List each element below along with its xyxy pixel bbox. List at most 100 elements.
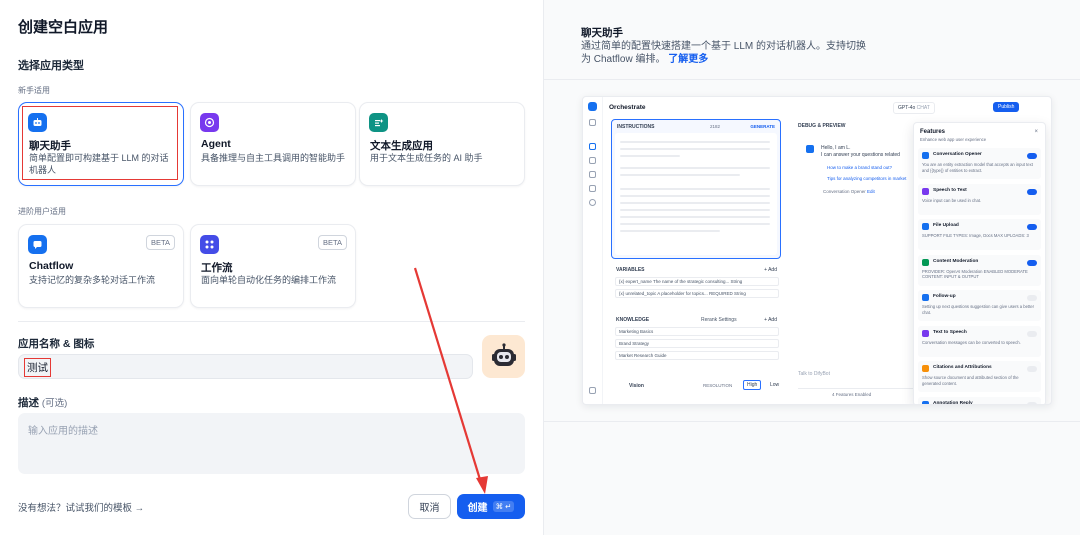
app-icon-picker[interactable] [482, 335, 525, 378]
feature-name: Conversation Opener [933, 152, 982, 157]
feature-name: Follow-up [933, 294, 956, 299]
variables-section: VARIABLES + Add {x} expert_name The name… [611, 265, 783, 310]
vision-label: Vision [629, 383, 644, 389]
knowledge-row: Marketing Basics [615, 327, 779, 336]
cancel-button[interactable]: 取消 [408, 494, 451, 519]
create-button[interactable]: 创建 ⌘ ↵ [457, 494, 525, 519]
chat-message: Hello, I am L. I can answer your questio… [821, 145, 900, 159]
feature-icon [922, 258, 929, 266]
feature-toggle [1027, 366, 1037, 372]
text-line [620, 188, 770, 190]
res-low: Low [770, 382, 780, 388]
preview-description: 通过简单的配置快速搭建一个基于 LLM 的对话机器人。支持切换为 Chatflo… [581, 40, 871, 66]
desc-optional: (可选) [41, 398, 68, 409]
orchestrate-preview-image: Orchestrate GPT-4o CHAT Publish INSTRUCT… [582, 96, 1052, 405]
add-variable: + Add [764, 267, 777, 273]
preview-header: Orchestrate [609, 104, 646, 111]
app-type-heading: 选择应用类型 [18, 60, 84, 72]
features-subtitle: Enhance web app user experience [920, 137, 987, 142]
text-line [620, 216, 770, 218]
beta-badge: BETA [145, 235, 175, 250]
nav-icon [589, 185, 596, 192]
feature-name: Citations and Attributions [933, 365, 992, 370]
feature-toggle [1027, 153, 1037, 159]
app-description-input[interactable]: 输入应用的描述 [18, 413, 525, 474]
feature-toggle [1027, 330, 1037, 337]
feature-desc: Show source document and attributed sect… [922, 375, 1019, 386]
knowledge-section: KNOWLEDGE Rerank Settings + Add Marketin… [611, 315, 783, 369]
feature-icon [922, 187, 929, 195]
variables-label: VARIABLES [616, 267, 645, 273]
beta-badge: BETA [317, 235, 347, 250]
name-label: 应用名称 & 图标 [18, 338, 95, 350]
debug-label: DEBUG & PREVIEW [798, 123, 846, 129]
generate-button: GENERATE [750, 124, 775, 129]
try-templates-link[interactable]: 没有想法？试试我们的模板 → [18, 500, 144, 514]
vision-section: Vision RESOLUTION High Low [611, 379, 783, 395]
feature-icon [922, 223, 929, 230]
instructions-label: INSTRUCTIONS [617, 124, 655, 130]
nav-icon [589, 143, 596, 150]
instructions-body [615, 133, 777, 255]
card-chatflow[interactable]: BETA Chatflow 支持记忆的复杂多轮对话工作流 [18, 224, 184, 308]
create-label: 创建 [467, 503, 488, 514]
text-line [620, 167, 770, 169]
res-high: High [743, 380, 762, 390]
feature-item: Follow-up Setting up next questions sugge… [918, 290, 1041, 321]
feature-desc: Voice input can be used in chat. [922, 197, 982, 203]
card-title: Chatflow [29, 260, 74, 272]
card-workflow[interactable]: BETA 工作流 面向单轮自动化任务的编排工作流 [190, 224, 356, 308]
desc-placeholder: 输入应用的描述 [28, 426, 98, 437]
feature-item: Citations and Attributions Show source do… [918, 361, 1041, 392]
close-icon: × [1034, 129, 1038, 135]
card-title: 工作流 [201, 262, 233, 274]
text-generator-icon [369, 113, 388, 132]
suggestion: Tips for analyzing competitors in market [827, 176, 907, 181]
card-title: Agent [201, 138, 231, 150]
feature-item: File Upload SUPPORT FILE TYPES: Image, Do… [918, 219, 1041, 250]
variable-row: {x} expert_name The name of the strategi… [615, 277, 779, 286]
feature-icon [922, 365, 929, 372]
app-icon [588, 102, 597, 111]
feature-desc: SUPPORT FILE TYPES: Image, Docs MAX UPLO… [922, 233, 1029, 238]
workflow-icon [200, 235, 219, 254]
nav-icon [589, 199, 596, 206]
card-agent[interactable]: Agent 具备推理与自主工具调用的智能助手 [190, 102, 356, 186]
feature-toggle [1027, 259, 1037, 266]
nav-icon [589, 171, 596, 178]
feature-icon [922, 329, 929, 337]
learn-more-link[interactable]: 了解更多 [668, 54, 708, 65]
opener-text: Conversation Opener [823, 189, 866, 194]
card-desc: 支持记忆的复杂多轮对话工作流 [29, 275, 156, 285]
text-line [620, 195, 770, 197]
card-text-generator[interactable]: 文本生成应用 用于文本生成任务的 AI 助手 [359, 102, 525, 186]
feature-desc: Conversation messages can be converted t… [922, 339, 1021, 345]
feature-toggle [1027, 401, 1037, 404]
app-name-input[interactable]: 测试 [18, 354, 473, 379]
card-title: 文本生成应用 [370, 140, 433, 152]
chat-input: Talk to DifyBot [798, 371, 830, 377]
advanced-group-label: 进阶用户适用 [18, 207, 66, 216]
text-line [620, 141, 770, 143]
knowledge-label: KNOWLEDGE [616, 317, 650, 323]
feature-name: Annotation Reply [933, 400, 973, 405]
feature-item: Speech to Text Voice input can be used in… [918, 183, 1041, 215]
card-desc: 面向单轮自动化任务的编排工作流 [201, 275, 337, 285]
feature-item: Text to Speech Conversation messages can … [918, 325, 1041, 357]
publish-button: Publish [993, 102, 1020, 112]
feature-item: Content Moderation PROVIDER: OpenAI Moder… [918, 254, 1041, 286]
suggestion: How to make a brand stand out? [827, 165, 893, 170]
feature-desc: PROVIDER: OpenAI Moderation ENABLED MODE… [922, 268, 1028, 280]
features-panel: Features Enhance web app user experience… [913, 122, 1046, 405]
feature-item: Conversation Opener You are an entity ext… [918, 148, 1041, 179]
text-line [620, 209, 770, 211]
features-title: Features [920, 129, 946, 135]
preview-title: 聊天助手 [581, 27, 623, 39]
page-title: 创建空白应用 [18, 19, 109, 36]
features-enabled: 4 Features Enabled [798, 388, 918, 400]
char-count: 2182 [710, 124, 721, 129]
model-name: GPT-4o [898, 105, 916, 111]
opener-label: Conversation Opener Edit [823, 189, 875, 194]
feature-icon [922, 294, 929, 301]
model-selector: GPT-4o CHAT [893, 102, 935, 114]
